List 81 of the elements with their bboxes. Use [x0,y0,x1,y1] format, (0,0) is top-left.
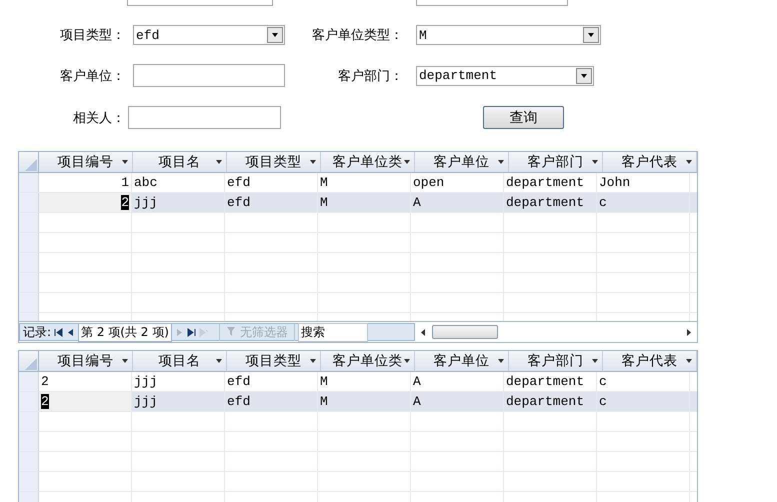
table-cell: A [411,392,504,411]
table-cell: c [597,372,690,391]
table-cell: open [411,173,504,192]
query-button[interactable]: 查询 [483,106,564,129]
table-cell: jjj [132,193,225,212]
first-record-icon[interactable] [54,328,64,336]
dropdown-field[interactable]: efd [133,25,285,45]
caret-icon[interactable] [592,359,598,363]
column-header[interactable]: 项目名 [133,152,227,172]
last-record-icon[interactable] [186,328,196,336]
column-header[interactable]: 客户单位 [415,351,509,371]
table-cell: efd [225,173,318,192]
caret-icon[interactable] [592,160,598,164]
search-field[interactable]: 搜索 [298,322,368,342]
input-field[interactable] [128,106,281,129]
scrollbar-thumb[interactable] [432,325,498,339]
table-cell: 1 [39,173,132,192]
column-header[interactable]: 客户代表 [603,152,697,172]
column-header[interactable]: 项目名 [133,351,227,371]
caret-icon[interactable] [498,359,504,363]
caret-icon[interactable] [686,160,692,164]
caret-icon[interactable] [310,359,316,363]
column-header[interactable]: 项目类型 [227,152,321,172]
dropdown-field[interactable]: department [416,66,594,86]
table-row[interactable]: 1 abc efd M open department John [19,173,697,193]
filter-icon [226,326,238,338]
table-cell: department [504,173,597,192]
table-cell: abc [132,173,225,192]
column-header[interactable]: 客户代表 [603,351,697,371]
column-header[interactable]: 客户单位类 [321,351,415,371]
caret-icon[interactable] [404,359,410,363]
table-cell: c [597,193,690,212]
table-cell: jjj [132,372,225,391]
table-cell: A [411,193,504,212]
table-cell: 2 [39,193,132,212]
column-header[interactable]: 客户部门 [509,351,603,371]
caret-icon[interactable] [686,359,692,363]
column-header[interactable]: 客户单位 [415,152,509,172]
dropdown-field[interactable]: M [416,25,601,45]
caret-icon[interactable] [216,160,222,164]
field-label: 客户部门： [337,68,403,84]
table-cell: efd [225,372,318,391]
field-label: 相关人： [72,110,125,126]
input-field[interactable] [133,64,285,87]
column-header[interactable]: 项目编号 [39,152,133,172]
table-row[interactable]: 2 jjj efd M A department c [19,372,697,392]
scroll-right-icon[interactable] [684,328,693,336]
column-header[interactable]: 项目类型 [227,351,321,371]
caret-icon[interactable] [216,359,222,363]
caret-icon[interactable] [498,160,504,164]
table-cell: efd [225,392,318,411]
column-header[interactable]: 客户单位类 [321,152,415,172]
table-cell: 2 [39,392,132,411]
table-cell: department [504,392,597,411]
column-header[interactable]: 客户部门 [509,152,603,172]
caret-icon[interactable] [122,359,128,363]
table-cell: 2 [39,372,132,391]
table-cell: M [318,392,411,411]
table-cell: efd [225,193,318,212]
table-cell: M [318,372,411,391]
table-cell: M [318,173,411,192]
record-label: 记录: [23,324,52,340]
field-label: 客户单位类型： [311,27,403,44]
table-cell: A [411,372,504,391]
table-cell: John [597,173,690,192]
caret-icon[interactable] [310,160,316,164]
table-cell: jjj [132,392,225,411]
column-header[interactable]: 项目编号 [39,351,133,371]
caret-icon[interactable] [122,160,128,164]
scroll-left-icon[interactable] [419,328,428,336]
caret-icon[interactable] [404,160,410,164]
table-cell: c [597,392,690,411]
table-cell: department [504,193,597,212]
record-position-field[interactable]: 第 2 项(共 2 项) [78,322,172,342]
field-label: 项目类型： [59,27,125,44]
table-cell: M [318,193,411,212]
table-row[interactable]: 2 jjj efd M A department c [19,193,697,213]
table-cell: department [504,372,597,391]
previous-record-icon[interactable] [66,328,76,336]
table-row[interactable]: 2 jjj efd M A department c [19,392,697,412]
field-label: 客户单位： [59,68,125,84]
